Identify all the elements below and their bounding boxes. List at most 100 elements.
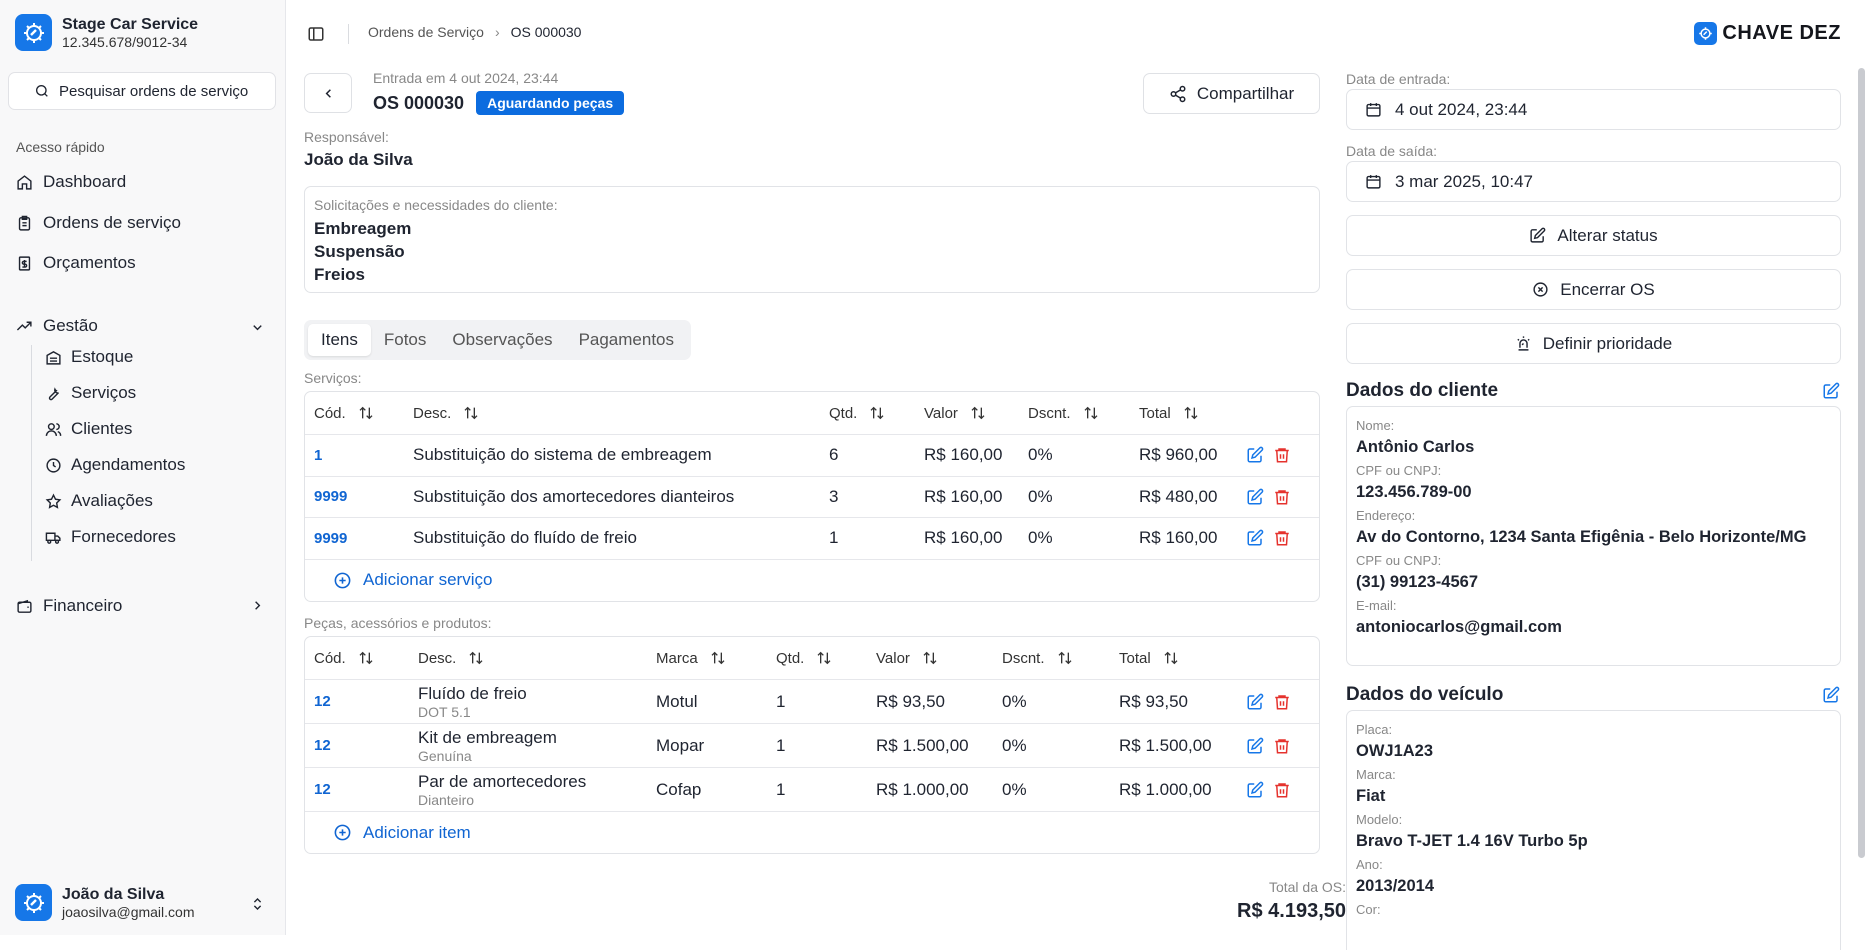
cell-code[interactable]: 12	[314, 768, 331, 811]
exit-date-field[interactable]: 3 mar 2025, 10:47	[1346, 161, 1841, 202]
sidebar-item-label: Orçamentos	[43, 253, 136, 272]
tab-pagamentos[interactable]: Pagamentos	[566, 324, 687, 356]
edit-button[interactable]	[1246, 680, 1264, 723]
field-label: Placa:	[1356, 722, 1393, 737]
delete-button[interactable]	[1273, 680, 1291, 723]
trash-icon	[1275, 448, 1289, 463]
delete-button[interactable]	[1273, 435, 1291, 476]
vehicle-year: 2013/2014	[1356, 877, 1434, 895]
field-label: CPF ou CNPJ:	[1356, 463, 1442, 478]
company-header[interactable]: Stage Car Service 12.345.678/9012-34	[15, 14, 198, 51]
change-status-label: Alterar status	[1557, 225, 1658, 245]
chevrons-up-down-icon[interactable]	[250, 895, 265, 913]
request-item: Freios	[314, 265, 366, 284]
divider	[348, 24, 349, 44]
col-header-value[interactable]: Valor	[876, 637, 938, 679]
cell-code[interactable]: 12	[314, 680, 331, 723]
share-button[interactable]: Compartilhar	[1143, 73, 1320, 114]
edit-vehicle-icon[interactable]	[1822, 686, 1840, 704]
header-label: Cód.	[314, 404, 346, 422]
close-os-button[interactable]: Encerrar OS	[1346, 269, 1841, 310]
edit-client-icon[interactable]	[1822, 382, 1840, 400]
field-label: E-mail:	[1356, 598, 1397, 613]
sidebar: Stage Car Service 12.345.678/9012-34 Pes…	[0, 0, 286, 935]
sort-icon	[1164, 651, 1178, 665]
col-header-qty[interactable]: Qtd.	[829, 392, 885, 434]
sidebar-item-estoque[interactable]: Estoque	[45, 345, 133, 369]
sidebar-item-financeiro[interactable]: Financeiro	[16, 593, 122, 619]
sidebar-item-clientes[interactable]: Clientes	[45, 417, 132, 441]
col-header-discount[interactable]: Dscnt.	[1028, 392, 1099, 434]
edit-button[interactable]	[1246, 724, 1264, 767]
receipt-icon	[18, 255, 31, 271]
sidebar-item-service-orders[interactable]: Ordens de serviço	[16, 210, 181, 236]
tab-observacoes[interactable]: Observações	[439, 324, 565, 356]
entry-date-field[interactable]: 4 out 2024, 23:44	[1346, 89, 1841, 130]
cell-code[interactable]: 9999	[314, 518, 347, 559]
col-header-code[interactable]: Cód.	[314, 392, 374, 434]
col-header-brand[interactable]: Marca	[656, 637, 726, 679]
sidebar-item-avaliacoes[interactable]: Avaliações	[45, 489, 153, 513]
os-entry-text: Entrada em 4 out 2024, 23:44	[373, 70, 559, 86]
edit-icon	[1247, 693, 1264, 709]
search-icon	[36, 85, 48, 97]
set-priority-button[interactable]: Definir prioridade	[1346, 323, 1841, 364]
add-service-button[interactable]: Adicionar serviço	[305, 560, 1319, 601]
cell-code[interactable]: 9999	[314, 477, 347, 518]
vehicle-section-title: Dados do veículo	[1346, 684, 1504, 705]
sort-icon	[971, 406, 985, 420]
trash-icon	[1275, 782, 1289, 797]
edit-button[interactable]	[1246, 518, 1264, 559]
delete-button[interactable]	[1273, 518, 1291, 559]
col-header-discount[interactable]: Dscnt.	[1002, 637, 1073, 679]
sidebar-toggle-icon[interactable]	[307, 25, 325, 43]
back-button[interactable]	[304, 73, 352, 113]
col-header-total[interactable]: Total	[1119, 637, 1179, 679]
sidebar-item-servicos[interactable]: Serviços	[45, 381, 136, 405]
sidebar-item-agendamentos[interactable]: Agendamentos	[45, 453, 185, 477]
delete-button[interactable]	[1273, 724, 1291, 767]
sidebar-item-fornecedores[interactable]: Fornecedores	[45, 525, 176, 549]
delete-button[interactable]	[1273, 477, 1291, 518]
chevron-right-icon[interactable]	[250, 598, 265, 613]
header-label: Desc.	[413, 404, 452, 422]
sidebar-item-dashboard[interactable]: Dashboard	[16, 169, 126, 195]
cell-discount: 0%	[1028, 445, 1053, 465]
field-label: Endereço:	[1356, 508, 1416, 523]
col-header-desc[interactable]: Desc.	[413, 392, 479, 434]
tab-itens[interactable]: Itens	[308, 324, 371, 356]
col-header-desc[interactable]: Desc.	[418, 637, 484, 679]
sidebar-item-gestao[interactable]: Gestão	[16, 313, 270, 339]
chevron-down-icon[interactable]	[250, 320, 265, 335]
user-menu[interactable]: João da Silva joaosilva@gmail.com	[15, 884, 194, 921]
edit-button[interactable]	[1246, 768, 1264, 811]
add-item-button[interactable]: Adicionar item	[305, 812, 1319, 853]
sidebar-item-budgets[interactable]: Orçamentos	[16, 250, 136, 276]
table-row: 12 Fluído de freio DOT 5.1 Motul 1 R$ 93,…	[305, 680, 1319, 724]
col-header-total[interactable]: Total	[1139, 392, 1199, 434]
header-label: Qtd.	[776, 649, 805, 667]
edit-button[interactable]	[1246, 477, 1264, 518]
cell-total: R$ 160,00	[1139, 528, 1218, 548]
edit-button[interactable]	[1246, 435, 1264, 476]
table-row: 12 Par de amortecedores Dianteiro Cofap 1…	[305, 768, 1319, 812]
vehicle-plate: OWJ1A23	[1356, 742, 1434, 760]
col-header-value[interactable]: Valor	[924, 392, 986, 434]
item-sub: Dianteiro	[418, 791, 475, 808]
col-header-qty[interactable]: Qtd.	[776, 637, 832, 679]
change-status-button[interactable]: Alterar status	[1346, 215, 1841, 256]
col-header-code[interactable]: Cód.	[314, 637, 374, 679]
header-label: Cód.	[314, 649, 346, 667]
edit-icon	[1247, 446, 1264, 463]
cell-code[interactable]: 1	[314, 435, 322, 476]
cell-code[interactable]: 12	[314, 724, 331, 767]
scrollbar[interactable]	[1858, 68, 1865, 858]
tab-fotos[interactable]: Fotos	[371, 324, 440, 356]
sidebar-item-label: Dashboard	[43, 172, 127, 191]
breadcrumb-parent[interactable]: Ordens de Serviço	[368, 24, 484, 40]
search-orders-button[interactable]: Pesquisar ordens de serviço	[8, 72, 276, 110]
share-icon	[1170, 85, 1186, 102]
brand-logo: CHAVE DEZ	[1694, 22, 1841, 45]
delete-button[interactable]	[1273, 768, 1291, 811]
cell-desc: Fluído de freio DOT 5.1	[418, 680, 527, 723]
